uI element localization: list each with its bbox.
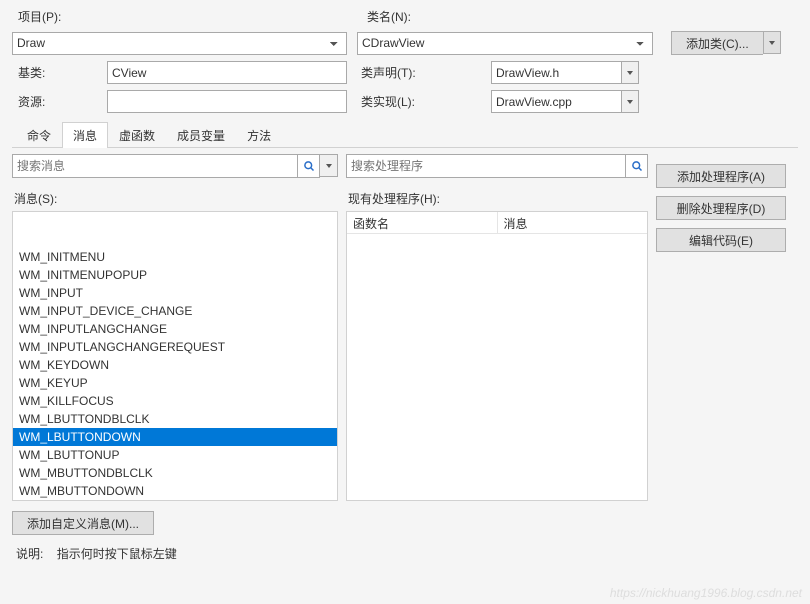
resource-field[interactable] (107, 90, 347, 113)
list-item[interactable]: WM_INPUT_DEVICE_CHANGE (13, 302, 337, 320)
list-item[interactable]: WM_INITMENU (13, 248, 337, 266)
search-icon[interactable] (298, 154, 320, 178)
messages-section-label: 消息(S): (14, 190, 338, 207)
list-item[interactable]: WM_MBUTTONDBLCLK (13, 464, 337, 482)
handlers-section-label: 现有处理程序(H): (348, 190, 648, 207)
add-class-dropdown[interactable] (763, 31, 781, 54)
edit-code-button[interactable]: 编辑代码(E) (656, 228, 786, 252)
tab-方法[interactable]: 方法 (236, 122, 282, 148)
handlers-table[interactable]: 函数名 消息 (346, 211, 648, 501)
search-messages-input[interactable] (12, 154, 298, 178)
baseclass-field[interactable] (107, 61, 347, 84)
list-item[interactable]: WM_KEYDOWN (13, 356, 337, 374)
baseclass-label: 基类: (12, 64, 107, 81)
description-text: 指示何时按下鼠标左键 (57, 547, 177, 561)
tab-bar: 命令消息虚函数成员变量方法 (12, 121, 798, 148)
list-item[interactable]: WM_INPUTLANGCHANGE (13, 320, 337, 338)
add-custom-message-button[interactable]: 添加自定义消息(M)... (12, 511, 154, 535)
search-handlers-input[interactable] (346, 154, 626, 178)
list-item[interactable]: WM_MBUTTONDOWN (13, 482, 337, 500)
list-item[interactable]: WM_LBUTTONDOWN (13, 428, 337, 446)
classdecl-label: 类声明(T): (361, 64, 491, 81)
project-select[interactable]: Draw (12, 32, 347, 55)
col-func: 函数名 (347, 212, 498, 233)
list-item[interactable]: WM_INPUT (13, 284, 337, 302)
description-label: 说明: (16, 547, 43, 561)
search-messages-dropdown[interactable] (320, 154, 338, 177)
list-item[interactable]: WM_KILLFOCUS (13, 392, 337, 410)
classname-label: 类名(N): (361, 8, 421, 25)
tab-命令[interactable]: 命令 (16, 122, 62, 148)
add-class-button[interactable]: 添加类(C)... (671, 31, 763, 55)
tab-虚函数[interactable]: 虚函数 (108, 122, 166, 148)
classname-select[interactable]: CDrawView (357, 32, 653, 55)
search-icon[interactable] (626, 154, 648, 178)
watermark-text: https://nickhuang1996.blog.csdn.net (610, 586, 802, 600)
resource-label: 资源: (12, 93, 107, 110)
classimpl-label: 类实现(L): (361, 93, 491, 110)
classimpl-field[interactable] (491, 90, 621, 113)
list-item[interactable]: WM_KEYUP (13, 374, 337, 392)
messages-listbox[interactable]: WM_INITMENUWM_INITMENUPOPUPWM_INPUTWM_IN… (12, 211, 338, 501)
list-item[interactable]: WM_LBUTTONUP (13, 446, 337, 464)
list-item[interactable]: WM_INITMENUPOPUP (13, 266, 337, 284)
tab-成员变量[interactable]: 成员变量 (166, 122, 236, 148)
project-label: 项目(P): (12, 8, 107, 25)
delete-handler-button[interactable]: 删除处理程序(D) (656, 196, 786, 220)
classimpl-dropdown[interactable] (621, 90, 639, 113)
list-item[interactable]: WM_INPUTLANGCHANGEREQUEST (13, 338, 337, 356)
tab-消息[interactable]: 消息 (62, 122, 108, 148)
classdecl-field[interactable] (491, 61, 621, 84)
col-msg: 消息 (498, 212, 648, 233)
classdecl-dropdown[interactable] (621, 61, 639, 84)
list-item[interactable]: WM_LBUTTONDBLCLK (13, 410, 337, 428)
add-handler-button[interactable]: 添加处理程序(A) (656, 164, 786, 188)
